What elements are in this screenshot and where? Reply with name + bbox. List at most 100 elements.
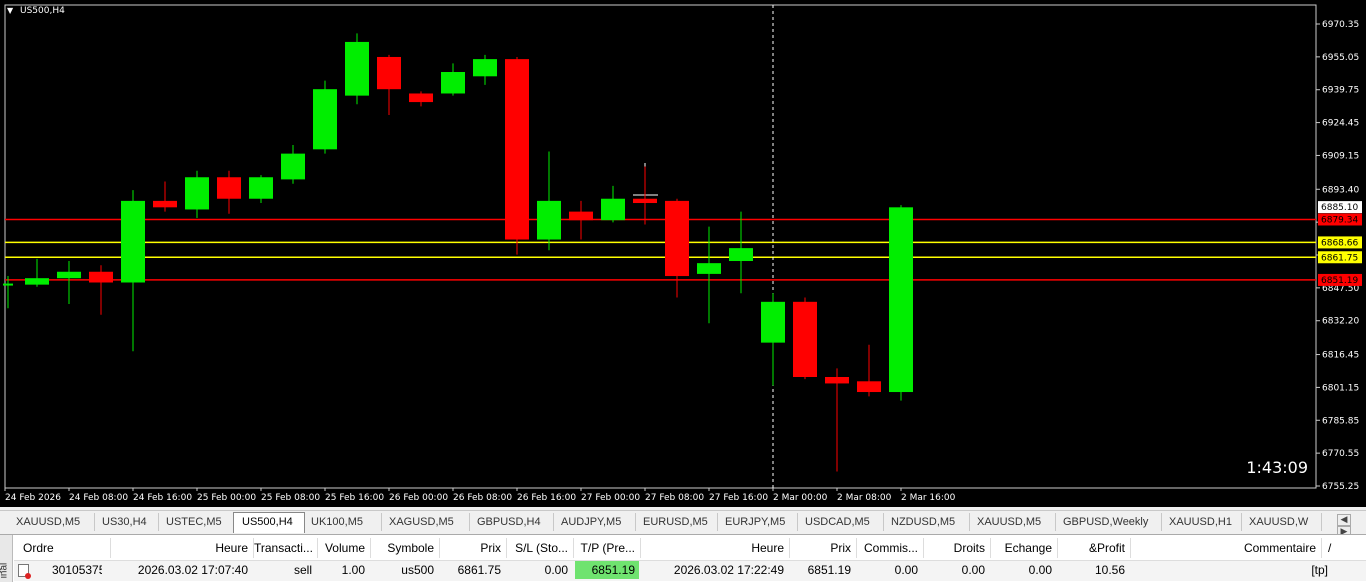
column-header[interactable]: Echange bbox=[992, 538, 1058, 558]
y-tick-label: 6909.15 bbox=[1322, 151, 1359, 161]
tab-xauusd-h1[interactable]: XAUUSD,H1 bbox=[1161, 513, 1242, 531]
y-tick-label: 6939.75 bbox=[1322, 86, 1359, 96]
y-tick-label: 6970.35 bbox=[1322, 20, 1359, 30]
tab-xauusd-m5[interactable]: XAUUSD,M5 bbox=[969, 513, 1056, 531]
y-tick-label: 6832.20 bbox=[1322, 317, 1359, 327]
tab-uk100-m5[interactable]: UK100,M5 bbox=[303, 513, 382, 531]
column-header[interactable]: Commentaire bbox=[1132, 538, 1322, 558]
candle-body bbox=[665, 200, 689, 277]
table-cell: 0.00 bbox=[1028, 563, 1052, 577]
candle-countdown: 1:43:09 bbox=[1246, 458, 1308, 477]
tab-nzdusd-m5[interactable]: NZDUSD,M5 bbox=[883, 513, 970, 531]
tab-eurjpy-m5[interactable]: EURJPY,M5 bbox=[717, 513, 798, 531]
column-header[interactable]: Heure bbox=[642, 538, 790, 558]
x-tick-label: 27 Feb 08:00 bbox=[645, 493, 704, 503]
x-tick-label: 2 Mar 16:00 bbox=[901, 493, 956, 503]
y-tick-label: 6893.40 bbox=[1322, 185, 1359, 195]
terminal-side-label[interactable]: ✕ inal bbox=[0, 535, 13, 582]
table-cell: 2026.03.02 17:22:49 bbox=[673, 563, 784, 577]
tab-xagusd-m5[interactable]: XAGUSD,M5 bbox=[381, 513, 470, 531]
table-cell: sell bbox=[293, 563, 312, 577]
price-label: 6868.66 bbox=[1321, 238, 1358, 248]
tab-us500-h4[interactable]: US500,H4 bbox=[233, 512, 305, 533]
candle-body bbox=[121, 200, 145, 283]
table-cell: 0.00 bbox=[894, 563, 918, 577]
column-header[interactable]: Volume bbox=[319, 538, 371, 558]
tab-ustec-m5[interactable]: USTEC,M5 bbox=[158, 513, 234, 531]
candle-body bbox=[793, 301, 817, 377]
column-header[interactable]: Ordre bbox=[15, 538, 111, 558]
column-header[interactable]: S/L (Sto... bbox=[508, 538, 574, 558]
candle-body bbox=[697, 263, 721, 274]
price-label: 6851.19 bbox=[1321, 276, 1358, 286]
column-header[interactable]: T/P (Pre... bbox=[575, 538, 641, 558]
price-label: 6885.10 bbox=[1321, 203, 1358, 213]
chart-tabs-bar: XAUUSD,M5 US30,H4 USTEC,M5 US500,H4 UK100,M5… bbox=[0, 510, 1366, 533]
y-tick-label: 6785.85 bbox=[1322, 416, 1359, 426]
chart-menu-arrow-icon[interactable]: ▼ bbox=[7, 6, 13, 15]
candle-body bbox=[473, 59, 497, 77]
x-tick-label: 2 Mar 08:00 bbox=[837, 493, 892, 503]
x-tick-label: 27 Feb 00:00 bbox=[581, 493, 640, 503]
x-tick-label: 24 Feb 16:00 bbox=[133, 493, 192, 503]
tab-scroll-buttons: ◀▶ bbox=[1336, 514, 1364, 538]
tab-eurusd-m5[interactable]: EURUSD,M5 bbox=[635, 513, 718, 531]
column-header[interactable]: Droits bbox=[925, 538, 991, 558]
tab-gbpusd-weekly[interactable]: GBPUSD,Weekly bbox=[1055, 513, 1162, 531]
x-tick-label: 25 Feb 16:00 bbox=[325, 493, 384, 503]
table-cell: [tp] bbox=[1311, 563, 1328, 577]
table-cell: 0.00 bbox=[544, 563, 568, 577]
column-header[interactable]: Commis... bbox=[858, 538, 924, 558]
candle-body bbox=[313, 89, 337, 150]
terminal-side-text: inal bbox=[0, 562, 10, 579]
column-header[interactable]: Symbole bbox=[372, 538, 440, 558]
candle-body bbox=[217, 177, 241, 199]
candle-body bbox=[409, 93, 433, 103]
column-header[interactable]: Prix bbox=[791, 538, 857, 558]
x-tick-label: 24 Feb 2026 bbox=[5, 493, 61, 503]
column-header[interactable]: Transacti... bbox=[254, 538, 318, 558]
candle-body bbox=[537, 200, 561, 240]
tab-gbpusd-h4[interactable]: GBPUSD,H4 bbox=[469, 513, 554, 531]
chart-area[interactable]: 6970.35 6955.05 6939.75 6924.45 6909.15 6893.… bbox=[0, 0, 1366, 507]
x-tick-label: 24 Feb 08:00 bbox=[69, 493, 128, 503]
column-header[interactable]: &Profit bbox=[1059, 538, 1131, 558]
candle-body bbox=[153, 200, 177, 208]
tab-us30-h4[interactable]: US30,H4 bbox=[94, 513, 159, 531]
candle-body bbox=[601, 198, 625, 221]
order-icon bbox=[18, 564, 31, 579]
table-cell: us500 bbox=[401, 563, 434, 577]
candle-body bbox=[345, 41, 369, 96]
column-header[interactable]: Prix bbox=[441, 538, 507, 558]
candle-body bbox=[25, 278, 49, 285]
price-chart[interactable]: 6970.35 6955.05 6939.75 6924.45 6909.15 6893.… bbox=[0, 0, 1366, 507]
candle-body bbox=[377, 56, 401, 90]
x-tick-label: 25 Feb 08:00 bbox=[261, 493, 320, 503]
candle-body bbox=[441, 72, 465, 94]
tab-xauusd-w[interactable]: XAUUSD,W bbox=[1241, 513, 1322, 531]
table-cell: 0.00 bbox=[961, 563, 985, 577]
candle-body bbox=[857, 381, 881, 393]
candle-body bbox=[505, 59, 529, 240]
candle-body bbox=[761, 301, 785, 343]
terminal-panel: ✕ inal OrdreHeureTransacti...VolumeSymbo… bbox=[0, 534, 1366, 582]
table-cell: 6851.19 bbox=[591, 563, 635, 577]
scroll-left-icon[interactable]: ◀ bbox=[1337, 514, 1351, 526]
tab-audjpy-m5[interactable]: AUDJPY,M5 bbox=[553, 513, 636, 531]
x-tick-label: 2 Mar 00:00 bbox=[773, 493, 828, 503]
tab-xauusd-m5[interactable]: XAUUSD,M5 bbox=[8, 513, 95, 531]
candle-body bbox=[57, 271, 81, 279]
y-tick-label: 6755.25 bbox=[1322, 482, 1359, 492]
candle-body bbox=[825, 376, 849, 384]
candle-body bbox=[729, 248, 753, 262]
candle-body bbox=[3, 283, 13, 286]
tab-usdcad-m5[interactable]: USDCAD,M5 bbox=[797, 513, 884, 531]
candle-body bbox=[185, 177, 209, 210]
table-cell: 6861.75 bbox=[457, 563, 501, 577]
table-cell: 6851.19 bbox=[807, 563, 851, 577]
table-cell: 2026.03.02 17:07:40 bbox=[137, 563, 248, 577]
x-tick-label: 26 Feb 08:00 bbox=[453, 493, 512, 503]
y-tick-label: 6801.15 bbox=[1322, 383, 1359, 393]
y-tick-label: 6924.45 bbox=[1322, 119, 1359, 129]
column-header[interactable]: Heure bbox=[104, 538, 254, 558]
